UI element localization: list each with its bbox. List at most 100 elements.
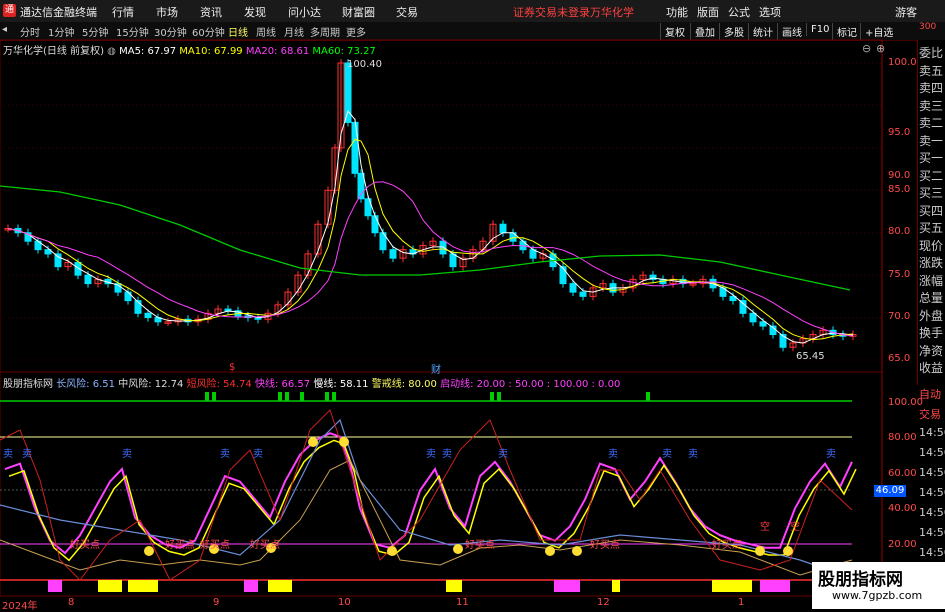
current-value-box: 46.09 (874, 485, 906, 497)
candle-body (579, 291, 587, 297)
legend-fast: 快线: 66.57 (254, 379, 311, 390)
date-tick: 10 (338, 597, 351, 608)
buy-signal-label: 好买点 (465, 539, 495, 551)
legend-start: 启动线: 20.00 : 50.00 : 100.00 : 0.00 (440, 379, 621, 390)
trade-time-label: 14:56 (919, 466, 945, 479)
smiley-marker-icon (755, 546, 765, 556)
sell-signal-label: 卖 (662, 448, 672, 460)
trade-time-label: 14:56 (919, 446, 945, 459)
ind-tick: 60.00 (888, 468, 917, 479)
candle-body (389, 249, 397, 259)
quote-label: 买三 (919, 186, 944, 200)
gear-icon[interactable]: ◍ (107, 46, 116, 57)
candle-body (371, 215, 379, 234)
top-signal-mark (278, 392, 282, 401)
buy-signal-label: 好买点 (590, 539, 620, 551)
top-signal-mark (490, 392, 494, 401)
quote-label: 卖一 (919, 133, 944, 148)
quote-label: 总量 (919, 291, 944, 305)
quote-label: 委比 (919, 46, 944, 60)
signal-bar (268, 580, 292, 592)
trade-time-label: 14:56 (919, 526, 945, 539)
long-risk-line (0, 418, 853, 579)
candle-body (439, 240, 447, 255)
legend-ma5: MA5: 67.97 (119, 46, 177, 57)
quote-label: 卖二 (919, 116, 944, 130)
candle-body (569, 283, 577, 293)
candle-body (351, 121, 359, 174)
sell-signal-label: 卖 (3, 448, 13, 460)
smiley-marker-icon (545, 546, 555, 556)
signal-bar (554, 580, 580, 592)
top-signal-mark (325, 392, 329, 401)
quote-label: 收益 (919, 361, 944, 375)
legend-mid-risk: 中风险: 12.74 (118, 379, 184, 390)
sell-signal-label: 卖 (498, 448, 508, 460)
signal-bar (98, 580, 122, 592)
mid-risk-line (0, 459, 853, 576)
watermark-url: www.7gpzb.com (832, 589, 923, 602)
top-signal-mark (332, 392, 336, 401)
quote-label: 卖四 (919, 81, 944, 95)
candle-body (749, 312, 757, 323)
indicator-name: 股朋指标网 (3, 379, 53, 390)
event-mark-cai[interactable]: 财 (431, 361, 441, 376)
sell-signal-label: 卖 (220, 448, 230, 460)
zoom-minus-icon[interactable]: ⊖ (862, 42, 871, 55)
signal-bar (244, 580, 258, 592)
signal-bar (128, 580, 158, 592)
event-mark-s[interactable]: $ (229, 362, 235, 373)
trade-time-label: 14:56 (919, 486, 945, 499)
ind-tick: 40.00 (888, 503, 917, 514)
smiley-marker-icon (387, 546, 397, 556)
sell-signal-label: 卖 (442, 448, 452, 460)
top-signal-mark (646, 392, 650, 401)
date-tick: 8 (68, 597, 75, 608)
indicator-lines (0, 409, 857, 581)
empty-signal-label: 空 (790, 520, 800, 533)
date-tick: 2024年 (2, 601, 38, 612)
chart-canvas[interactable]: 好买点 好买点 好买点 好买点 好买点 好买点 好买点卖卖卖卖卖卖卖卖卖卖卖卖空空 (0, 0, 945, 609)
trade-time-label: 自动 (919, 388, 941, 401)
candle-body (559, 266, 567, 285)
sell-signal-label: 卖 (253, 448, 263, 460)
legend-ma10: MA10: 67.99 (179, 46, 243, 57)
sell-signal-label: 卖 (608, 448, 618, 460)
candle-body (84, 274, 92, 285)
sell-signal-label: 卖 (826, 448, 836, 460)
top-signal-mark (205, 392, 209, 401)
price-legend: 万华化学(日线 前复权) ◍ MA5: 67.97 MA10: 67.99 MA… (3, 42, 376, 57)
legend-ma60: MA60: 73.27 (312, 46, 376, 57)
candle-body (739, 300, 747, 314)
legend-long-risk: 长风险: 6.51 (56, 379, 116, 390)
candle-body (144, 312, 152, 319)
price-tick: 85.0 (888, 184, 911, 195)
buy-signal-label: 好买点 (165, 539, 195, 551)
legend-title: 万华化学(日线 前复权) (3, 46, 104, 57)
quote-label: 卖五 (919, 63, 944, 78)
ind-tick: 80.00 (888, 432, 917, 443)
signal-bar (760, 580, 790, 592)
top-signal-mark (212, 392, 216, 401)
date-tick: 12 (597, 597, 610, 608)
quote-label: 买一 (919, 151, 944, 165)
legend-slow: 慢线: 58.11 (313, 379, 369, 390)
trade-time-label: 交易 (919, 408, 941, 421)
zoom-plus-icon[interactable]: ⊕ (876, 42, 885, 55)
smiley-marker-icon (783, 546, 793, 556)
low-annotation: 65.45 (796, 351, 825, 362)
candle-body (499, 223, 507, 234)
legend-warn: 警戒线: 80.00 (371, 379, 437, 390)
quote-label: 换手 (919, 326, 944, 340)
top-signal-mark (285, 392, 289, 401)
signal-bar (712, 580, 752, 592)
top-signal-mark (497, 392, 501, 401)
price-tick: 100.0 (888, 57, 917, 68)
sell-signal-label: 卖 (426, 448, 436, 460)
quote-label: 买二 (919, 168, 944, 183)
ind-tick: 100.00 (888, 397, 923, 408)
quote-label: 涨幅 (919, 273, 944, 288)
sell-signal-label: 卖 (122, 448, 132, 460)
smiley-marker-icon (572, 546, 582, 556)
price-tick: 90.0 (888, 170, 911, 181)
